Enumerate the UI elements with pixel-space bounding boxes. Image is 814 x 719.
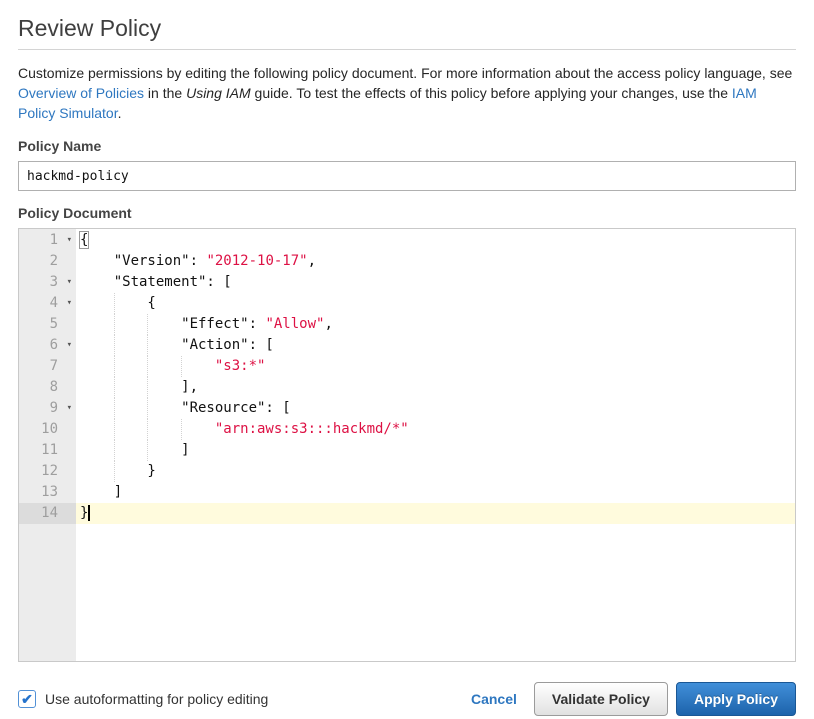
- indent-guide: [181, 356, 182, 377]
- code-line: }: [76, 503, 795, 524]
- indent-guide: [114, 314, 115, 335]
- gutter-line-number: 5: [19, 314, 76, 335]
- gutter-line-number: 6▾: [19, 335, 76, 356]
- text-cursor: [88, 505, 90, 521]
- code-line: "Statement": [: [76, 272, 795, 293]
- indent-guide: [114, 293, 115, 314]
- gutter-line-number: 13: [19, 482, 76, 503]
- fold-arrow-icon[interactable]: ▾: [67, 293, 72, 314]
- review-policy-page: Review Policy Customize permissions by e…: [0, 0, 814, 716]
- page-title: Review Policy: [18, 15, 796, 42]
- gutter-line-number: 14: [19, 503, 76, 524]
- intro-text: Customize permissions by editing the fol…: [18, 63, 796, 123]
- editor-gutter: 1▾23▾4▾56▾789▾1011121314: [19, 229, 76, 661]
- code-line: "Effect": "Allow",: [76, 314, 795, 335]
- indent-guide: [181, 419, 182, 440]
- gutter-line-number: 9▾: [19, 398, 76, 419]
- code-line: {: [76, 230, 795, 251]
- title-divider: [18, 49, 796, 50]
- action-buttons: Cancel Validate Policy Apply Policy: [471, 682, 796, 716]
- policy-document-editor[interactable]: 1▾23▾4▾56▾789▾1011121314 { "Version": "2…: [18, 228, 796, 662]
- cancel-link[interactable]: Cancel: [471, 691, 517, 707]
- apply-policy-button[interactable]: Apply Policy: [676, 682, 796, 716]
- using-iam-guide-text: Using IAM: [186, 85, 251, 101]
- validate-policy-button[interactable]: Validate Policy: [534, 682, 668, 716]
- gutter-line-number: 11: [19, 440, 76, 461]
- code-line: "Resource": [: [76, 398, 795, 419]
- code-line: "Action": [: [76, 335, 795, 356]
- checkmark-icon: ✔: [19, 690, 35, 708]
- code-line: {: [76, 293, 795, 314]
- code-line: "s3:*": [76, 356, 795, 377]
- fold-arrow-icon[interactable]: ▾: [67, 230, 72, 251]
- autoformat-option[interactable]: ✔ Use autoformatting for policy editing: [18, 690, 268, 708]
- policy-document-label: Policy Document: [18, 205, 796, 221]
- indent-guide: [114, 419, 115, 440]
- indent-guide: [114, 398, 115, 419]
- indent-guide: [114, 335, 115, 356]
- indent-guide: [147, 335, 148, 356]
- gutter-line-number: 10: [19, 419, 76, 440]
- gutter-line-number: 2: [19, 251, 76, 272]
- policy-name-label: Policy Name: [18, 138, 796, 154]
- intro-part-3: guide. To test the effects of this polic…: [251, 85, 732, 101]
- code-line: "arn:aws:s3:::hackmd/*": [76, 419, 795, 440]
- indent-guide: [114, 377, 115, 398]
- fold-arrow-icon[interactable]: ▾: [67, 398, 72, 419]
- policy-name-input[interactable]: [18, 161, 796, 191]
- code-line: "Version": "2012-10-17",: [76, 251, 795, 272]
- editor-code[interactable]: { "Version": "2012-10-17", "Statement": …: [76, 229, 795, 661]
- indent-guide: [147, 356, 148, 377]
- code-line: ],: [76, 377, 795, 398]
- indent-guide: [147, 314, 148, 335]
- intro-part-2: in the: [144, 85, 186, 101]
- intro-part-1: Customize permissions by editing the fol…: [18, 65, 792, 81]
- autoformat-label: Use autoformatting for policy editing: [45, 691, 268, 707]
- code-line: ]: [76, 440, 795, 461]
- gutter-line-number: 1▾: [19, 230, 76, 251]
- gutter-line-number: 4▾: [19, 293, 76, 314]
- gutter-line-number: 7: [19, 356, 76, 377]
- indent-guide: [147, 419, 148, 440]
- autoformat-checkbox[interactable]: ✔: [18, 690, 36, 708]
- indent-guide: [147, 398, 148, 419]
- gutter-line-number: 12: [19, 461, 76, 482]
- code-line: ]: [76, 482, 795, 503]
- indent-guide: [114, 461, 115, 482]
- gutter-line-number: 8: [19, 377, 76, 398]
- indent-guide: [147, 377, 148, 398]
- fold-arrow-icon[interactable]: ▾: [67, 272, 72, 293]
- gutter-line-number: 3▾: [19, 272, 76, 293]
- indent-guide: [114, 440, 115, 461]
- overview-of-policies-link[interactable]: Overview of Policies: [18, 85, 144, 101]
- fold-arrow-icon[interactable]: ▾: [67, 335, 72, 356]
- indent-guide: [114, 356, 115, 377]
- indent-guide: [147, 440, 148, 461]
- code-line: }: [76, 461, 795, 482]
- intro-part-4: .: [118, 105, 122, 121]
- footer-bar: ✔ Use autoformatting for policy editing …: [18, 682, 796, 716]
